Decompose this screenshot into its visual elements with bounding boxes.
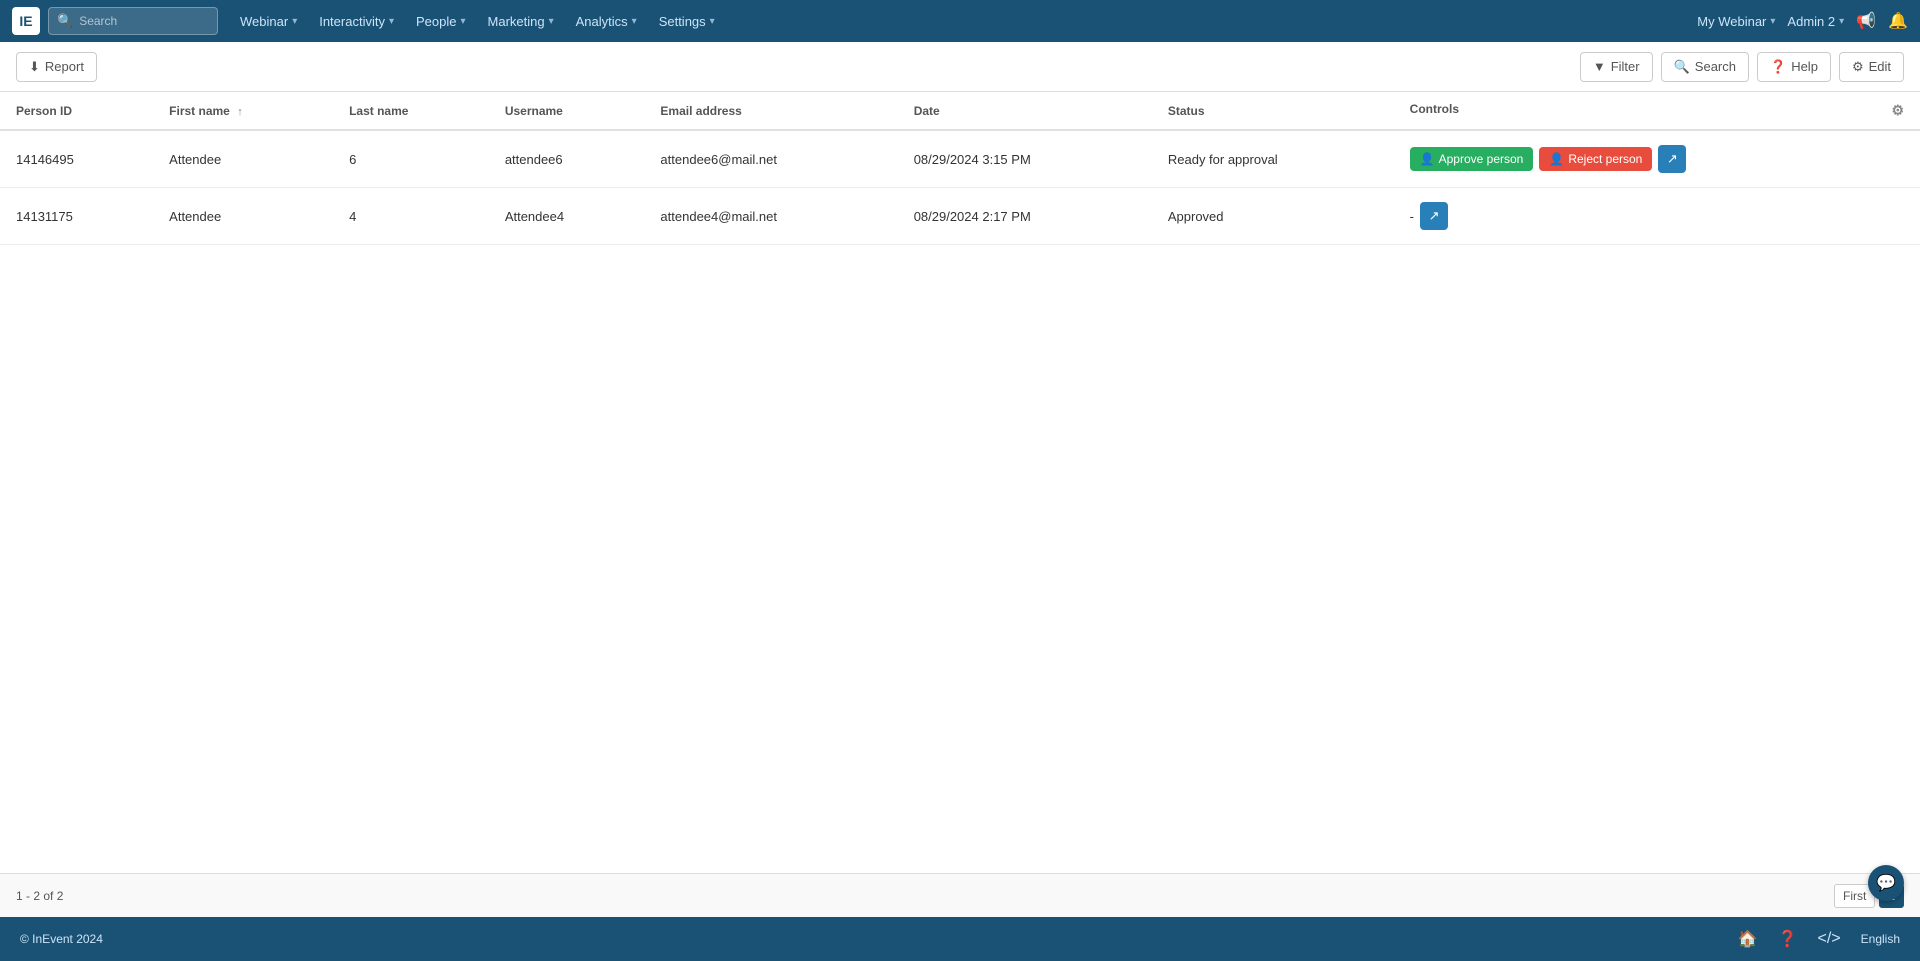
- external-link-icon: ↗: [1667, 151, 1678, 167]
- app-logo: IE: [12, 7, 40, 35]
- col-controls: Controls ⚙: [1394, 92, 1920, 130]
- cell-email: attendee4@mail.net: [644, 188, 897, 245]
- cell-first-name: Attendee: [153, 188, 333, 245]
- home-icon[interactable]: 🏠: [1738, 929, 1758, 949]
- col-last-name: Last name: [333, 92, 489, 130]
- cell-person-id: 14131175: [0, 188, 153, 245]
- toolbar-left: ⬇ Report: [16, 52, 97, 82]
- user-check-icon: 👤: [1420, 152, 1435, 166]
- cell-last-name: 4: [333, 188, 489, 245]
- nav-right: My Webinar▾ Admin 2▾ 📢 🔔: [1697, 11, 1908, 31]
- sort-icon: ↑: [237, 106, 243, 118]
- col-date: Date: [898, 92, 1152, 130]
- controls-row-1: 👤 Approve person 👤 Reject person ↗: [1410, 145, 1904, 173]
- controls-row-2: - ↗: [1410, 202, 1904, 230]
- col-person-id: Person ID: [0, 92, 153, 130]
- copyright-text: © InEvent 2024: [20, 932, 103, 946]
- chat-icon: 💬: [1876, 873, 1896, 893]
- nav-item-analytics[interactable]: Analytics▾: [566, 10, 647, 33]
- chat-bubble-button[interactable]: 💬: [1868, 865, 1904, 901]
- table-row: 14146495 Attendee 6 attendee6 attendee6@…: [0, 130, 1920, 188]
- top-navigation: IE 🔍 Webinar▾ Interactivity▾ People▾ Mar…: [0, 0, 1920, 42]
- cell-email: attendee6@mail.net: [644, 130, 897, 188]
- edit-button[interactable]: ⚙ Edit: [1839, 52, 1904, 82]
- language-selector[interactable]: English: [1861, 932, 1900, 946]
- col-email: Email address: [644, 92, 897, 130]
- col-status: Status: [1152, 92, 1394, 130]
- search-icon: 🔍: [1674, 59, 1690, 75]
- cell-username: Attendee4: [489, 188, 645, 245]
- help-button[interactable]: ❓ Help: [1757, 52, 1831, 82]
- cell-person-id: 14146495: [0, 130, 153, 188]
- col-username: Username: [489, 92, 645, 130]
- filter-icon: ▼: [1593, 59, 1606, 74]
- people-table-container: Person ID First name ↑ Last name Usernam…: [0, 92, 1920, 873]
- cell-date: 08/29/2024 3:15 PM: [898, 130, 1152, 188]
- external-link-button-row1[interactable]: ↗: [1658, 145, 1686, 173]
- help-icon: ❓: [1770, 59, 1786, 75]
- nav-item-settings[interactable]: Settings▾: [649, 10, 725, 33]
- pagination-info: 1 - 2 of 2: [16, 889, 63, 903]
- cell-status: Approved: [1152, 188, 1394, 245]
- pagination-bar: 1 - 2 of 2 First 1: [0, 873, 1920, 917]
- report-button[interactable]: ⬇ Report: [16, 52, 97, 82]
- main-nav: Webinar▾ Interactivity▾ People▾ Marketin…: [230, 10, 725, 33]
- cell-last-name: 6: [333, 130, 489, 188]
- no-controls-indicator: -: [1410, 209, 1414, 224]
- reject-person-button[interactable]: 👤 Reject person: [1539, 147, 1652, 171]
- external-link-button-row2[interactable]: ↗: [1420, 202, 1448, 230]
- cell-date: 08/29/2024 2:17 PM: [898, 188, 1152, 245]
- footer-right: 🏠 ❓ </> English: [1738, 929, 1900, 949]
- nav-item-people[interactable]: People▾: [406, 10, 476, 33]
- question-icon[interactable]: ❓: [1778, 929, 1798, 949]
- cell-controls: 👤 Approve person 👤 Reject person ↗: [1394, 130, 1920, 188]
- nav-item-webinar[interactable]: Webinar▾: [230, 10, 307, 33]
- toolbar-right: ▼ Filter 🔍 Search ❓ Help ⚙ Edit: [1580, 52, 1904, 82]
- filter-button[interactable]: ▼ Filter: [1580, 52, 1653, 82]
- cell-controls: - ↗: [1394, 188, 1920, 245]
- table-row: 14131175 Attendee 4 Attendee4 attendee4@…: [0, 188, 1920, 245]
- search-icon: 🔍: [57, 13, 73, 29]
- cell-first-name: Attendee: [153, 130, 333, 188]
- global-search-input[interactable]: [79, 14, 209, 28]
- footer: © InEvent 2024 🏠 ❓ </> English: [0, 917, 1920, 961]
- people-table: Person ID First name ↑ Last name Usernam…: [0, 92, 1920, 245]
- gear-icon: ⚙: [1852, 59, 1864, 75]
- nav-item-interactivity[interactable]: Interactivity▾: [309, 10, 404, 33]
- external-link-icon: ↗: [1429, 208, 1440, 224]
- cell-username: attendee6: [489, 130, 645, 188]
- toolbar: ⬇ Report ▼ Filter 🔍 Search ❓ Help ⚙ Edit: [0, 42, 1920, 92]
- search-button[interactable]: 🔍 Search: [1661, 52, 1749, 82]
- download-icon: ⬇: [29, 59, 40, 75]
- nav-item-marketing[interactable]: Marketing▾: [478, 10, 564, 33]
- code-icon[interactable]: </>: [1818, 930, 1841, 948]
- admin-name-dropdown[interactable]: Admin 2▾: [1787, 14, 1844, 29]
- global-search-box[interactable]: 🔍: [48, 7, 218, 35]
- approve-person-button[interactable]: 👤 Approve person: [1410, 147, 1534, 171]
- user-x-icon: 👤: [1549, 152, 1564, 166]
- speaker-icon[interactable]: 📢: [1856, 11, 1876, 31]
- column-settings-icon[interactable]: ⚙: [1891, 102, 1904, 119]
- bell-icon[interactable]: 🔔: [1888, 11, 1908, 31]
- col-first-name[interactable]: First name ↑: [153, 92, 333, 130]
- table-header-row: Person ID First name ↑ Last name Usernam…: [0, 92, 1920, 130]
- webinar-name-dropdown[interactable]: My Webinar▾: [1697, 14, 1775, 29]
- cell-status: Ready for approval: [1152, 130, 1394, 188]
